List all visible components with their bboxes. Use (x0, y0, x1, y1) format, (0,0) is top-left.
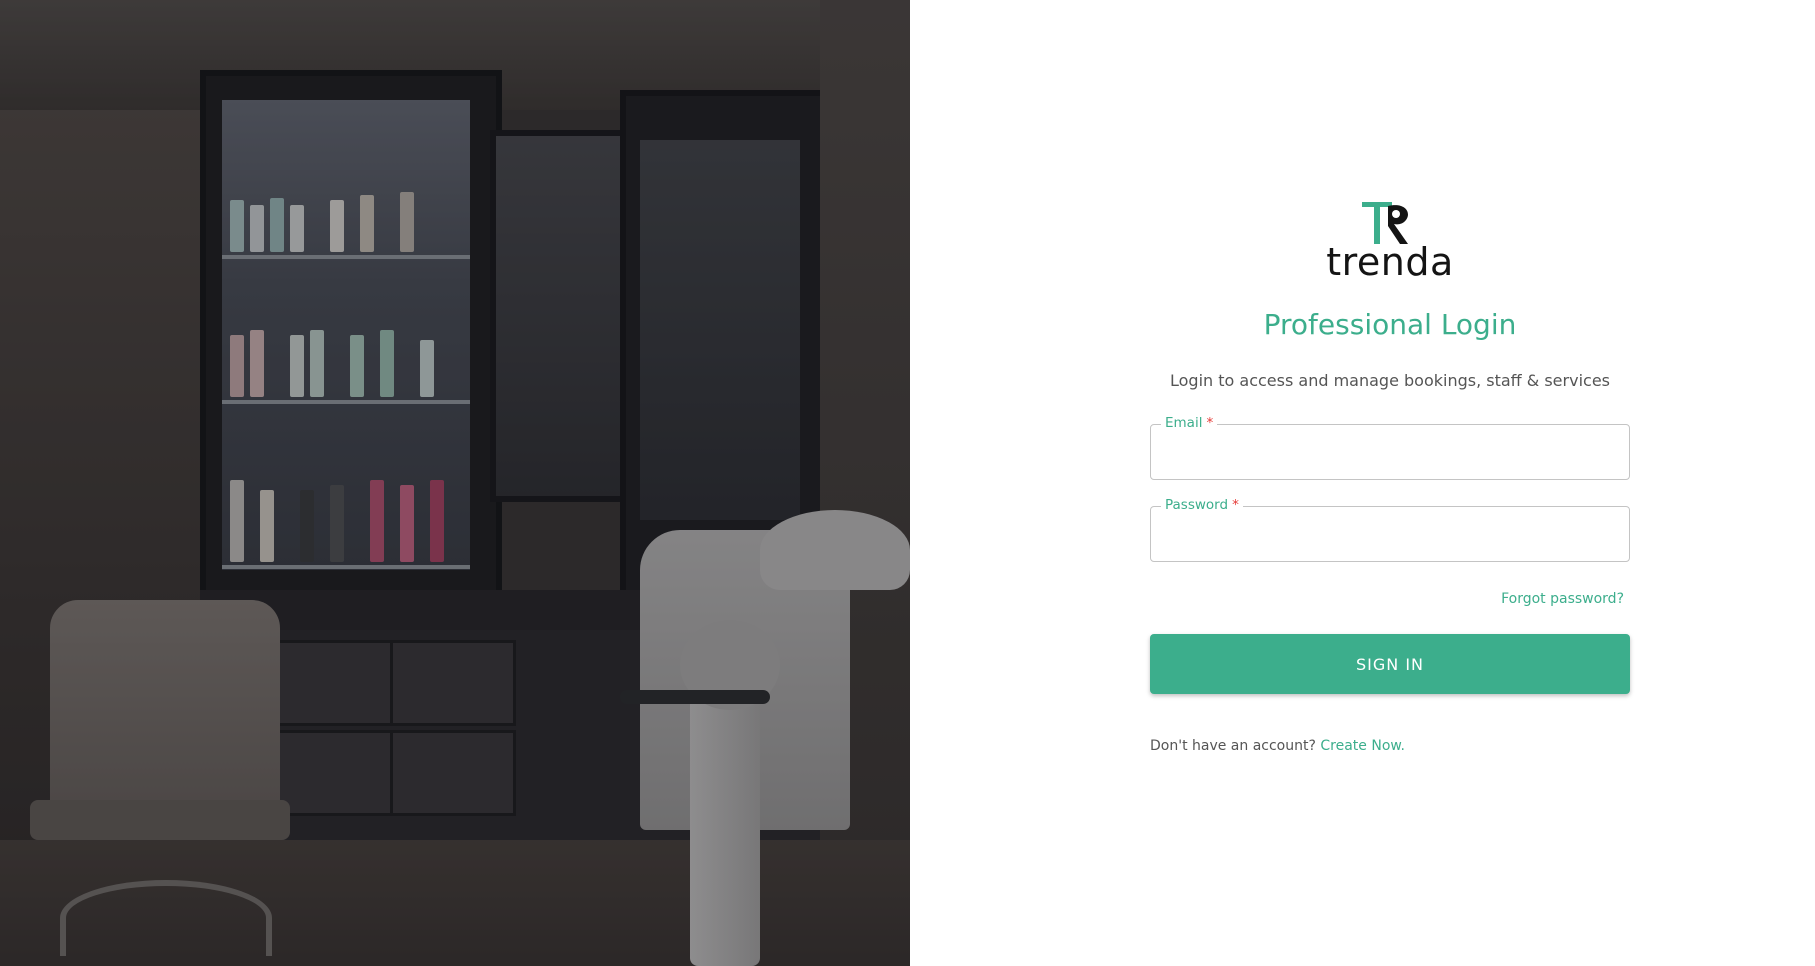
email-input[interactable] (1151, 425, 1629, 479)
password-field: Password * (1150, 497, 1630, 562)
brand-wordmark: trenda (1326, 240, 1454, 284)
create-account-link[interactable]: Create Now. (1320, 738, 1405, 754)
email-field: Email * (1150, 415, 1630, 480)
page-title: Professional Login (1263, 308, 1517, 341)
login-page: trenda Professional Login Login to acces… (0, 0, 1815, 966)
forgot-password-link[interactable]: Forgot password? (1501, 591, 1624, 607)
sign-in-button[interactable]: SIGN IN (1150, 634, 1630, 694)
salon-hero-image (0, 0, 910, 966)
forgot-password-row: Forgot password? (1150, 590, 1630, 608)
login-panel: trenda Professional Login Login to acces… (910, 0, 1815, 966)
page-subtitle: Login to access and manage bookings, sta… (1170, 371, 1610, 390)
signup-row: Don't have an account? Create Now. (1150, 738, 1630, 754)
login-form: trenda Professional Login Login to acces… (1150, 200, 1630, 754)
signup-prompt: Don't have an account? (1150, 738, 1316, 754)
password-input[interactable] (1151, 507, 1629, 561)
brand-logo: trenda (1320, 200, 1460, 282)
